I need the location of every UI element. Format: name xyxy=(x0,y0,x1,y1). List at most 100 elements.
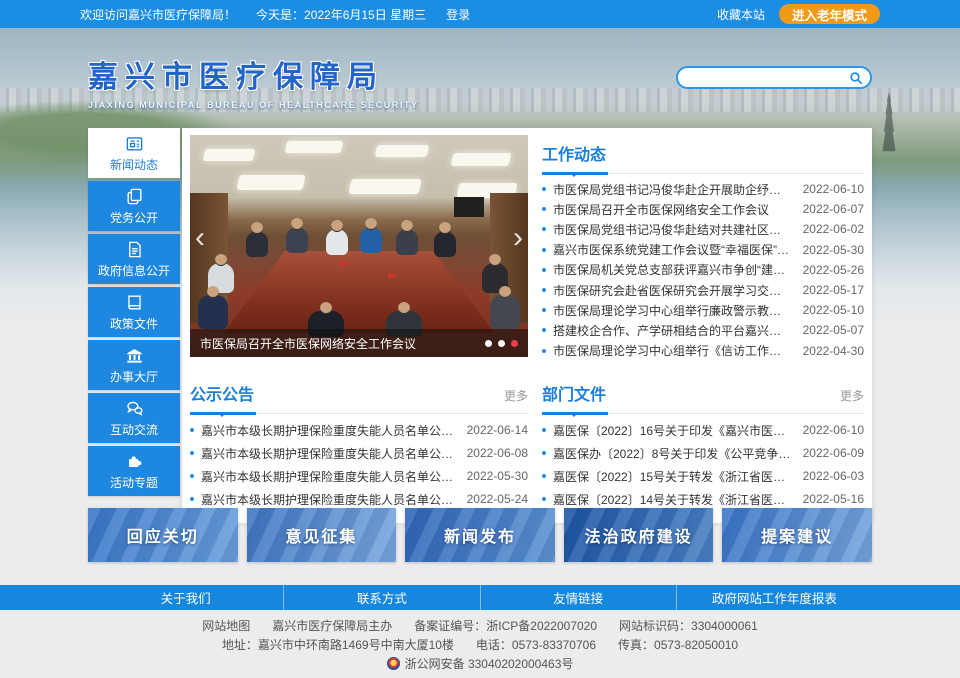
book-icon xyxy=(125,293,144,312)
item-link[interactable]: 嘉兴市本级长期护理保险重度失能人员名单公示（2... xyxy=(201,491,457,508)
list-item: 市医保局党组书记冯俊华赴结对共建社区指导全国文... 2022-06-02 xyxy=(542,219,864,239)
banner-2[interactable]: 意见征集 xyxy=(247,508,397,562)
item-date: 2022-05-17 xyxy=(803,283,864,297)
bullet-icon xyxy=(542,497,546,501)
bullet-icon xyxy=(542,248,546,252)
item-link[interactable]: 嘉兴市医保系统党建工作会议暨“幸福医保”党建联... xyxy=(553,241,793,258)
item-date: 2022-05-26 xyxy=(803,263,864,277)
list-item: 市医保局召开全市医保网络安全工作会议 2022-06-07 xyxy=(542,199,864,219)
carousel-photo[interactable]: ‹ › 市医保局召开全市医保网络安全工作会议 xyxy=(190,135,528,357)
pages-icon xyxy=(125,187,144,206)
carousel-caption-bar: 市医保局召开全市医保网络安全工作会议 xyxy=(190,329,528,357)
item-link[interactable]: 市医保局理论学习中心组举行廉政警示教育专题学习... xyxy=(553,302,793,319)
sidebar-item-label: 新闻动态 xyxy=(110,156,158,173)
bullet-icon xyxy=(542,451,546,455)
document-icon xyxy=(125,240,144,259)
notices-more-link[interactable]: 更多 xyxy=(504,387,528,404)
sidebar-item-5[interactable]: 办事大厅 xyxy=(88,340,180,390)
item-link[interactable]: 嘉医保〔2022〕14号关于转发《浙江省医疗保... xyxy=(553,491,793,508)
item-date: 2022-06-10 xyxy=(803,423,864,437)
item-date: 2022-06-10 xyxy=(803,182,864,196)
sidebar-item-7[interactable]: 活动专题 xyxy=(88,446,180,496)
list-item: 嘉兴市本级长期护理保险重度失能人员名单公示（2... 2022-05-30 xyxy=(190,465,528,488)
sitemap-link[interactable]: 网站地图 xyxy=(202,619,250,633)
bullet-icon xyxy=(542,474,546,478)
sidebar-menu: 新闻动态党务公开政府信息公开政策文件办事大厅互动交流活动专题 xyxy=(88,128,180,523)
bullet-icon xyxy=(190,497,194,501)
news-carousel: ‹ › 市医保局召开全市医保网络安全工作会议 xyxy=(190,135,528,361)
bullet-icon xyxy=(542,288,546,292)
list-item: 嘉兴市本级长期护理保险重度失能人员名单公示（2... 2022-06-14 xyxy=(190,419,528,442)
footer-fax: 传真：0573-82050010 xyxy=(618,638,738,652)
elder-mode-button[interactable]: 进入老年模式 xyxy=(779,4,880,24)
dept-docs-title: 部门文件 xyxy=(542,381,606,405)
bullet-icon xyxy=(542,308,546,312)
carousel-dot-3[interactable] xyxy=(511,340,518,347)
banner-label: 提案建议 xyxy=(761,523,833,547)
carousel-caption[interactable]: 市医保局召开全市医保网络安全工作会议 xyxy=(200,335,477,352)
item-link[interactable]: 市医保局召开全市医保网络安全工作会议 xyxy=(553,201,793,218)
item-link[interactable]: 市医保局党组书记冯俊华赴结对共建社区指导全国文... xyxy=(553,221,793,238)
sidebar-item-2[interactable]: 党务公开 xyxy=(88,181,180,231)
item-link[interactable]: 嘉兴市本级长期护理保险重度失能人员名单公示（2... xyxy=(201,468,457,485)
item-link[interactable]: 市医保局党组书记冯俊华赴企开展助企纾困活动 xyxy=(553,181,793,198)
item-link[interactable]: 嘉医保办〔2022〕8号关于印发《公平竞争审查... xyxy=(553,445,793,462)
newspaper-icon xyxy=(125,134,144,153)
list-item: 市医保局党组书记冯俊华赴企开展助企纾困活动 2022-06-10 xyxy=(542,179,864,199)
sidebar-item-3[interactable]: 政府信息公开 xyxy=(88,234,180,284)
item-link[interactable]: 嘉兴市本级长期护理保险重度失能人员名单公示（2... xyxy=(201,445,457,462)
bullet-icon xyxy=(542,428,546,432)
item-date: 2022-06-03 xyxy=(803,469,864,483)
item-date: 2022-05-30 xyxy=(803,243,864,257)
item-link[interactable]: 市医保局机关党总支部获评嘉兴市争创“建设清廉机... xyxy=(553,261,793,278)
item-link[interactable]: 嘉兴市本级长期护理保险重度失能人员名单公示（2... xyxy=(201,422,457,439)
footer-nav-link-2[interactable]: 联系方式 xyxy=(283,585,479,610)
list-item: 嘉医保〔2022〕15号关于转发《浙江省医疗保... 2022-06-03 xyxy=(542,465,864,488)
item-date: 2022-05-24 xyxy=(467,492,528,506)
footer-nav-link-4[interactable]: 政府网站工作年度报表 xyxy=(676,585,872,610)
item-link[interactable]: 嘉医保〔2022〕15号关于转发《浙江省医疗保... xyxy=(553,468,793,485)
list-item: 搭建校企合作、产学研相结合的平台嘉兴市长期护理... 2022-05-07 xyxy=(542,320,864,340)
item-link[interactable]: 市医保局理论学习中心组举行《信访工作条例》专题... xyxy=(553,342,793,359)
decor xyxy=(285,141,344,153)
footer-address: 地址：嘉兴市中环南路1469号中南大厦10楼 xyxy=(222,638,454,652)
banner-1[interactable]: 回应关切 xyxy=(88,508,238,562)
carousel-dot-1[interactable] xyxy=(485,340,492,347)
banner-4[interactable]: 法治政府建设 xyxy=(564,508,714,562)
login-link[interactable]: 登录 xyxy=(446,6,470,23)
item-date: 2022-06-08 xyxy=(467,446,528,460)
notices-list: 嘉兴市本级长期护理保险重度失能人员名单公示（2... 2022-06-14 嘉兴… xyxy=(190,419,528,511)
item-link[interactable]: 市医保研究会赴省医保研究会开展学习交流活动 xyxy=(553,282,793,299)
sidebar-item-6[interactable]: 互动交流 xyxy=(88,393,180,443)
decor xyxy=(286,227,308,253)
search-input[interactable] xyxy=(678,71,849,85)
sidebar-item-1[interactable]: 新闻动态 xyxy=(88,128,180,178)
banner-3[interactable]: 新闻发布 xyxy=(405,508,555,562)
footer-nav: 关于我们联系方式友情链接政府网站工作年度报表 xyxy=(0,585,960,610)
footer-nav-link-1[interactable]: 关于我们 xyxy=(88,585,283,610)
carousel-dot-2[interactable] xyxy=(498,340,505,347)
decor xyxy=(326,229,348,255)
list-item: 市医保局理论学习中心组举行《信访工作条例》专题... 2022-04-30 xyxy=(542,341,864,361)
decor xyxy=(236,175,305,190)
banner-5[interactable]: 提案建议 xyxy=(722,508,872,562)
item-date: 2022-06-14 xyxy=(467,423,528,437)
bullet-icon xyxy=(542,187,546,191)
footer-info: 网站地图嘉兴市医疗保障局主办备案证编号：浙ICP备2022007020网站标识码… xyxy=(0,610,960,678)
carousel-prev-button[interactable]: ‹ xyxy=(195,223,205,253)
item-link[interactable]: 搭建校企合作、产学研相结合的平台嘉兴市长期护理... xyxy=(553,322,793,339)
favorite-link[interactable]: 收藏本站 xyxy=(717,6,765,23)
sidebar-item-label: 政府信息公开 xyxy=(98,262,170,279)
police-record-link[interactable]: 浙公网安备 33040202000463号 xyxy=(405,657,574,671)
item-link[interactable]: 嘉医保〔2022〕16号关于印发《嘉兴市医疗保... xyxy=(553,422,793,439)
dept-docs-panel: 部门文件 更多 嘉医保〔2022〕16号关于印发《嘉兴市医疗保... 2022-… xyxy=(542,375,864,511)
list-item: 嘉医保〔2022〕16号关于印发《嘉兴市医疗保... 2022-06-10 xyxy=(542,419,864,442)
search-button[interactable] xyxy=(849,71,863,85)
item-date: 2022-05-10 xyxy=(803,303,864,317)
main-layout: 新闻动态党务公开政府信息公开政策文件办事大厅互动交流活动专题 xyxy=(88,128,872,523)
dept-docs-more-link[interactable]: 更多 xyxy=(840,387,864,404)
footer-nav-link-3[interactable]: 友情链接 xyxy=(480,585,676,610)
item-date: 2022-05-30 xyxy=(467,469,528,483)
sidebar-item-4[interactable]: 政策文件 xyxy=(88,287,180,337)
carousel-next-button[interactable]: › xyxy=(513,223,523,253)
